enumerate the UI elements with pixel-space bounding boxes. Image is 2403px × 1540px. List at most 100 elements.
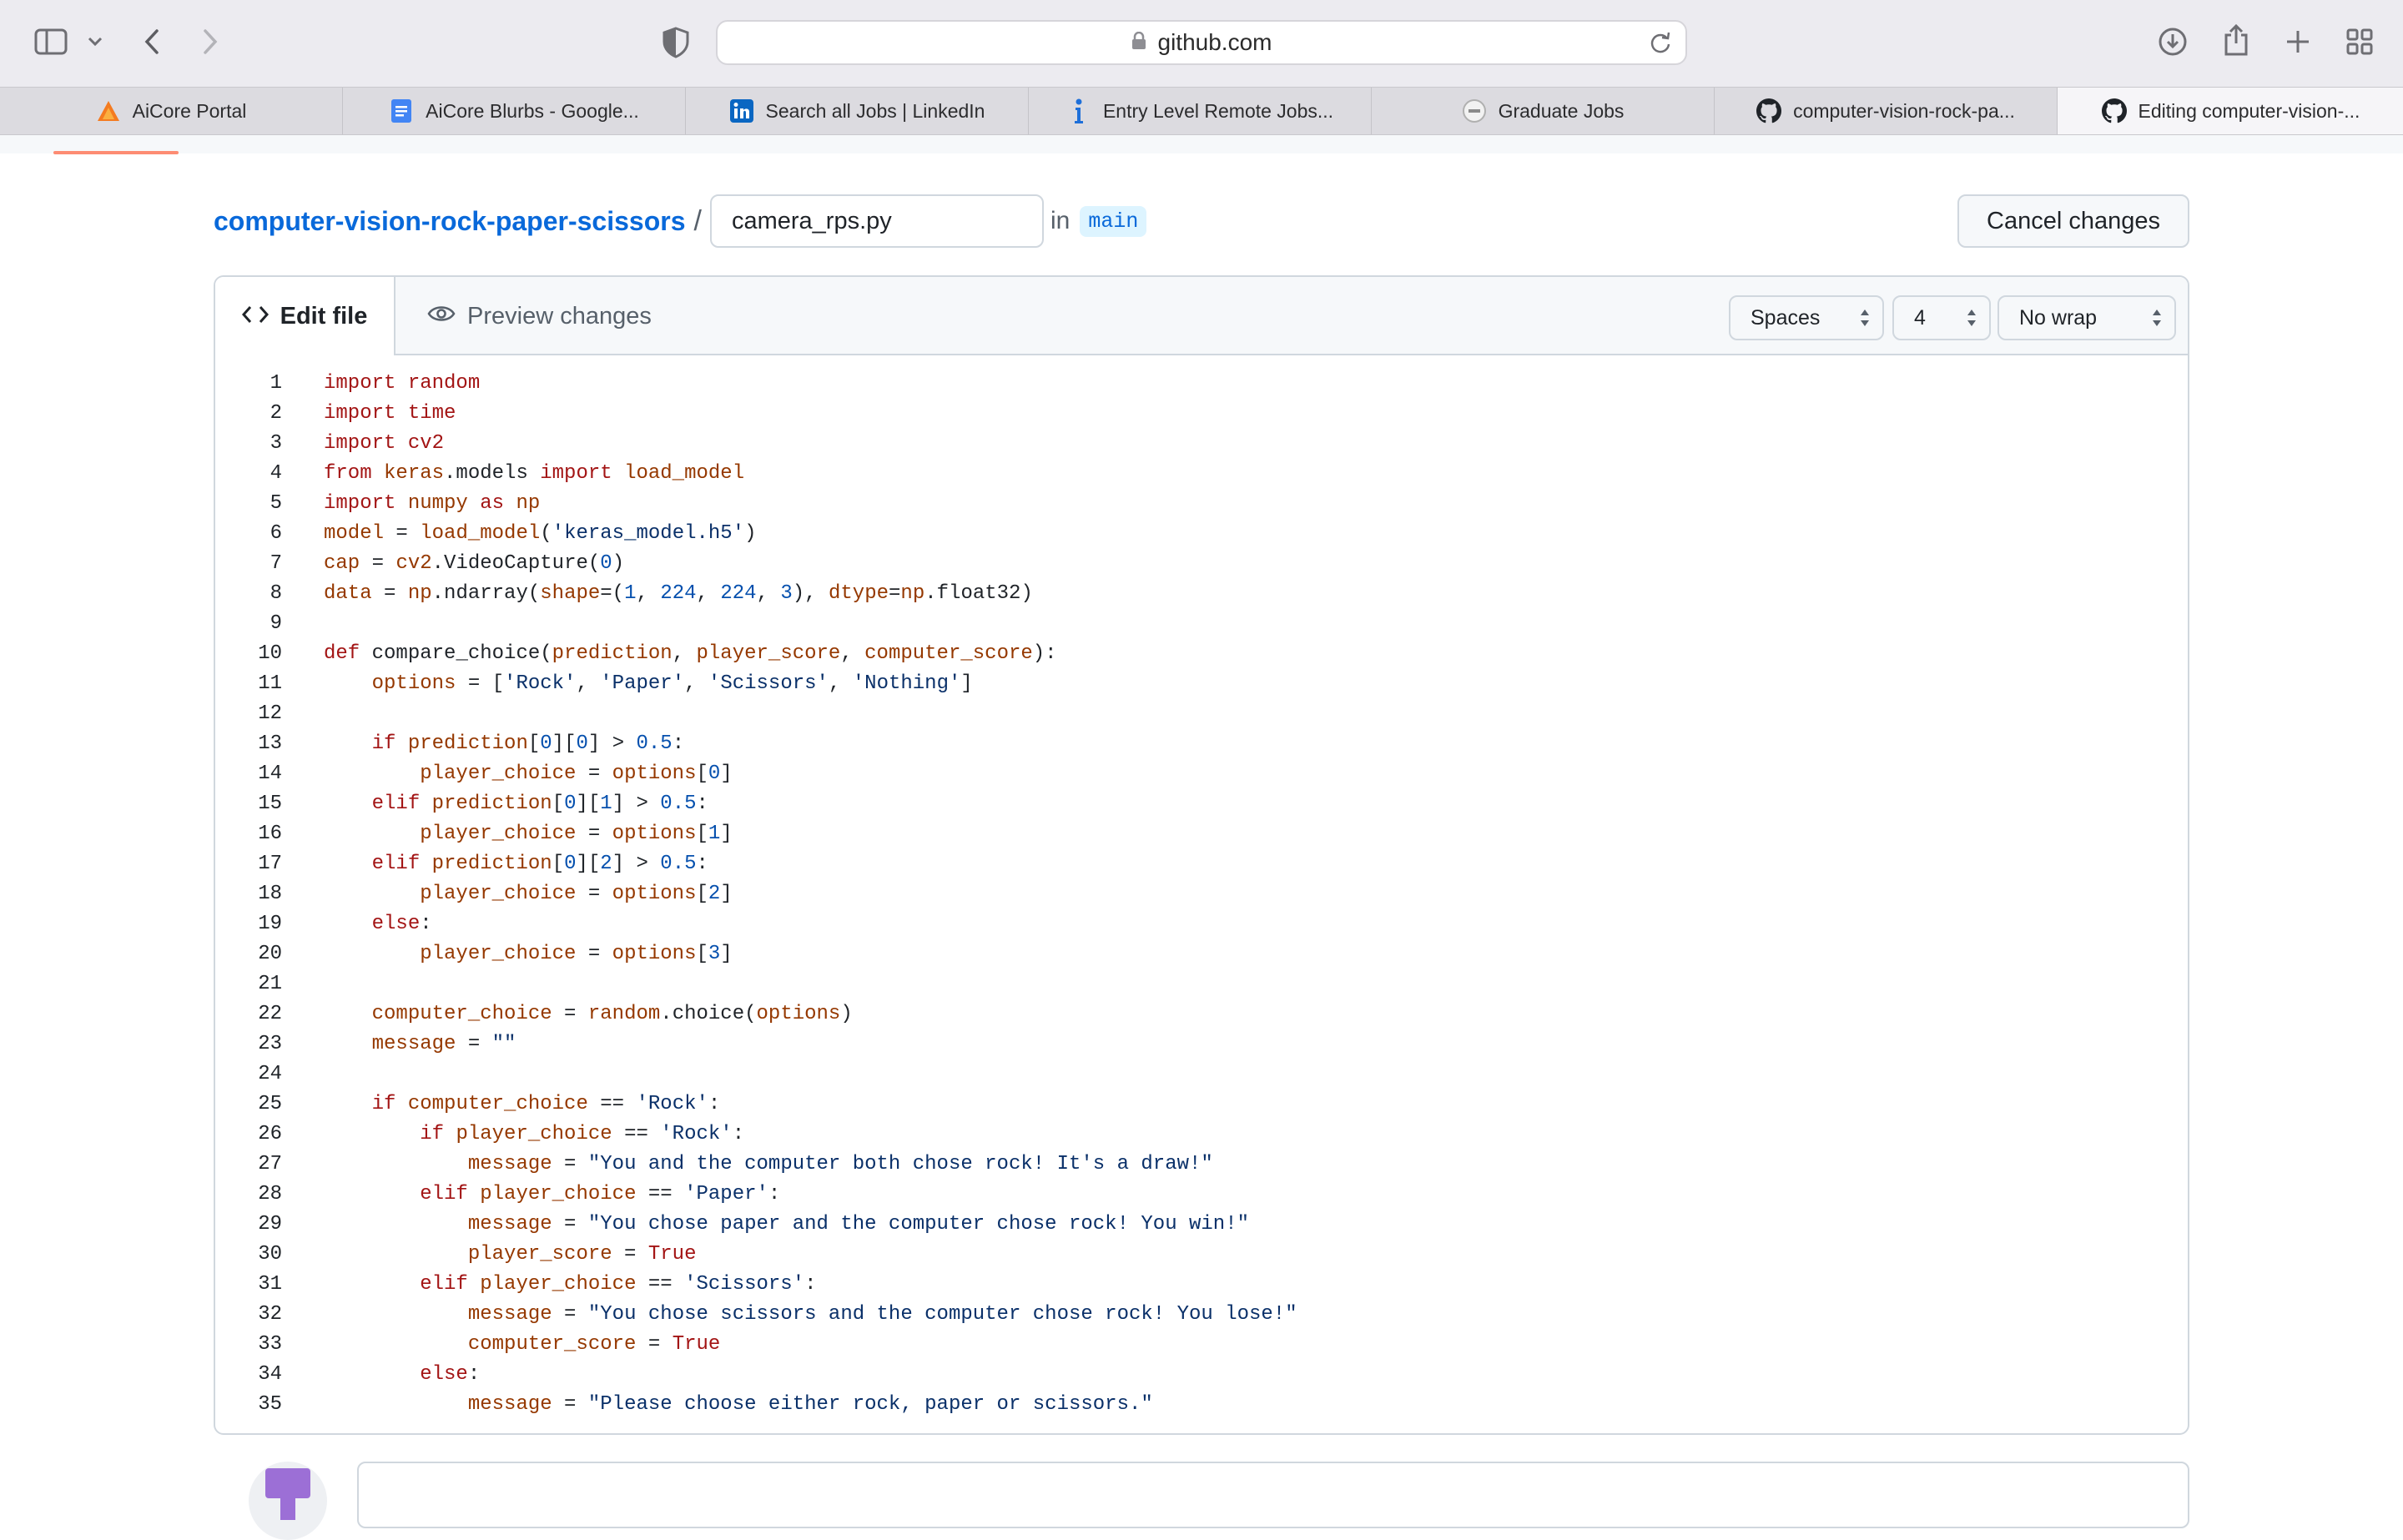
line-number: 31 [258,1273,282,1296]
select-caret-icon [1859,307,1871,335]
code-line[interactable]: 2 import time [215,399,2188,429]
code-line[interactable]: 21 [215,969,2188,999]
line-code: import time [324,402,456,425]
code-line[interactable]: 19 else: [215,909,2188,939]
code-line[interactable]: 8 data = np.ndarray(shape=(1, 224, 224, 3… [215,579,2188,609]
code-line[interactable]: 9 [215,609,2188,639]
line-number: 3 [270,432,282,455]
code-line[interactable]: 13 if prediction[0][0] > 0.5: [215,729,2188,759]
code-line[interactable]: 4 from keras.models import load_model [215,459,2188,489]
browser-tab-aicore-portal[interactable]: AiCore Portal [0,88,343,134]
code-line[interactable]: 14 player_choice = options[0] [215,759,2188,789]
browser-tab-github-repo[interactable]: computer-vision-rock-pa... [1715,88,2058,134]
code-line[interactable]: 6 model = load_model('keras_model.h5') [215,519,2188,549]
indent-mode-select[interactable]: Spaces [1729,295,1884,340]
code-line[interactable]: 32 message = "You chose scissors and the… [215,1300,2188,1330]
code-line[interactable]: 25 if computer_choice == 'Rock': [215,1090,2188,1120]
graduate-jobs-icon [1462,98,1487,123]
line-code: if prediction[0][0] > 0.5: [371,732,685,755]
sidebar-toggle-icon[interactable] [32,25,70,58]
code-line[interactable]: 35 message = "Please choose either rock,… [215,1390,2188,1420]
line-number: 34 [258,1363,282,1386]
forward-arrow-icon[interactable] [195,25,225,58]
privacy-shield-icon[interactable] [659,25,693,60]
line-number: 35 [258,1393,282,1416]
browser-tab-linkedin[interactable]: Search all Jobs | LinkedIn [686,88,1029,134]
tab-edit-file[interactable]: Edit file [215,277,395,355]
line-code: import cv2 [324,432,445,455]
code-line[interactable]: 27 message = "You and the computer both … [215,1150,2188,1180]
code-line[interactable]: 15 elif prediction[0][1] > 0.5: [215,789,2188,819]
code-line[interactable]: 30 player_score = True [215,1240,2188,1270]
code-line[interactable]: 29 message = "You chose paper and the co… [215,1210,2188,1240]
commit-message-box[interactable] [357,1462,2189,1528]
line-code: player_choice = options[3] [420,943,733,965]
wrap-mode-select[interactable]: No wrap [1997,295,2176,340]
code-line[interactable]: 16 player_choice = options[1] [215,819,2188,849]
wrap-mode-value: No wrap [2019,305,2098,330]
line-code: options = ['Rock', 'Paper', 'Scissors', … [371,672,973,695]
browser-tab-editing-active[interactable]: Editing computer-vision-... [2058,88,2403,134]
code-line[interactable]: 31 elif player_choice == 'Scissors': [215,1270,2188,1300]
tab-edit-file-label: Edit file [280,302,368,330]
line-code: def compare_choice(prediction, player_sc… [324,642,1057,665]
code-line[interactable]: 12 [215,699,2188,729]
branch-badge[interactable]: main [1080,205,1147,237]
code-line[interactable]: 26 if player_choice == 'Rock': [215,1120,2188,1150]
line-number: 6 [270,522,282,545]
line-code: if computer_choice == 'Rock': [371,1093,721,1115]
share-icon[interactable] [2219,22,2253,58]
code-line[interactable]: 28 elif player_choice == 'Paper': [215,1180,2188,1210]
tab-label: Entry Level Remote Jobs... [1102,99,1334,122]
code-line[interactable]: 33 computer_score = True [215,1330,2188,1360]
line-number: 11 [258,672,282,695]
code-line[interactable]: 34 else: [215,1360,2188,1390]
line-code: elif prediction[0][2] > 0.5: [371,853,708,875]
cancel-changes-button[interactable]: Cancel changes [1957,194,2189,248]
code-line[interactable]: 5 import numpy as np [215,489,2188,519]
address-bar[interactable]: github.com [716,20,1687,65]
code-line[interactable]: 17 elif prediction[0][2] > 0.5: [215,849,2188,879]
github-icon [2101,98,2127,123]
code-line[interactable]: 3 import cv2 [215,429,2188,459]
line-number: 24 [258,1063,282,1085]
line-number: 33 [258,1333,282,1356]
reload-icon[interactable] [1649,31,1672,58]
new-tab-plus-icon[interactable] [2281,25,2315,58]
code-line[interactable]: 18 player_choice = options[2] [215,879,2188,909]
editor-header: Edit file Preview changes Spaces 4 No wr… [215,277,2188,355]
tab-label: AiCore Blurbs - Google... [426,99,639,122]
line-code: if player_choice == 'Rock': [420,1123,745,1145]
code-line[interactable]: 23 message = "" [215,1029,2188,1059]
back-arrow-icon[interactable] [137,25,167,58]
filename-input[interactable] [709,194,1044,248]
line-number: 13 [258,732,282,755]
code-line[interactable]: 11 options = ['Rock', 'Paper', 'Scissors… [215,669,2188,699]
file-editor: Edit file Preview changes Spaces 4 No wr… [214,275,2189,1435]
active-nav-underline [53,151,179,154]
code-line[interactable]: 7 cap = cv2.VideoCapture(0) [215,549,2188,579]
code-line[interactable]: 20 player_choice = options[3] [215,939,2188,969]
line-number: 22 [258,1003,282,1025]
browser-tab-aicore-blurbs[interactable]: AiCore Blurbs - Google... [343,88,686,134]
avatar [249,1462,327,1540]
tab-overview-icon[interactable] [2343,25,2376,58]
aicore-icon [96,98,121,123]
repo-link[interactable]: computer-vision-rock-paper-scissors [214,206,686,237]
code-editor[interactable]: 1 import random 2 import time 3 import cv2 4 fr… [215,369,2188,1420]
eye-icon [427,303,456,330]
code-line[interactable]: 22 computer_choice = random.choice(optio… [215,999,2188,1029]
lock-icon [1131,29,1146,56]
code-line[interactable]: 24 [215,1059,2188,1090]
browser-tab-entry-level-jobs[interactable]: Entry Level Remote Jobs... [1029,88,1372,134]
code-line[interactable]: 10 def compare_choice(prediction, player_… [215,639,2188,669]
line-code: computer_choice = random.choice(options) [371,1003,853,1025]
chevron-down-icon[interactable] [83,30,107,53]
tab-preview-changes[interactable]: Preview changes [427,277,652,355]
indent-size-select[interactable]: 4 [1892,295,1991,340]
browser-tab-graduate-jobs[interactable]: Graduate Jobs [1372,88,1715,134]
code-line[interactable]: 1 import random [215,369,2188,399]
download-icon[interactable] [2156,25,2189,58]
